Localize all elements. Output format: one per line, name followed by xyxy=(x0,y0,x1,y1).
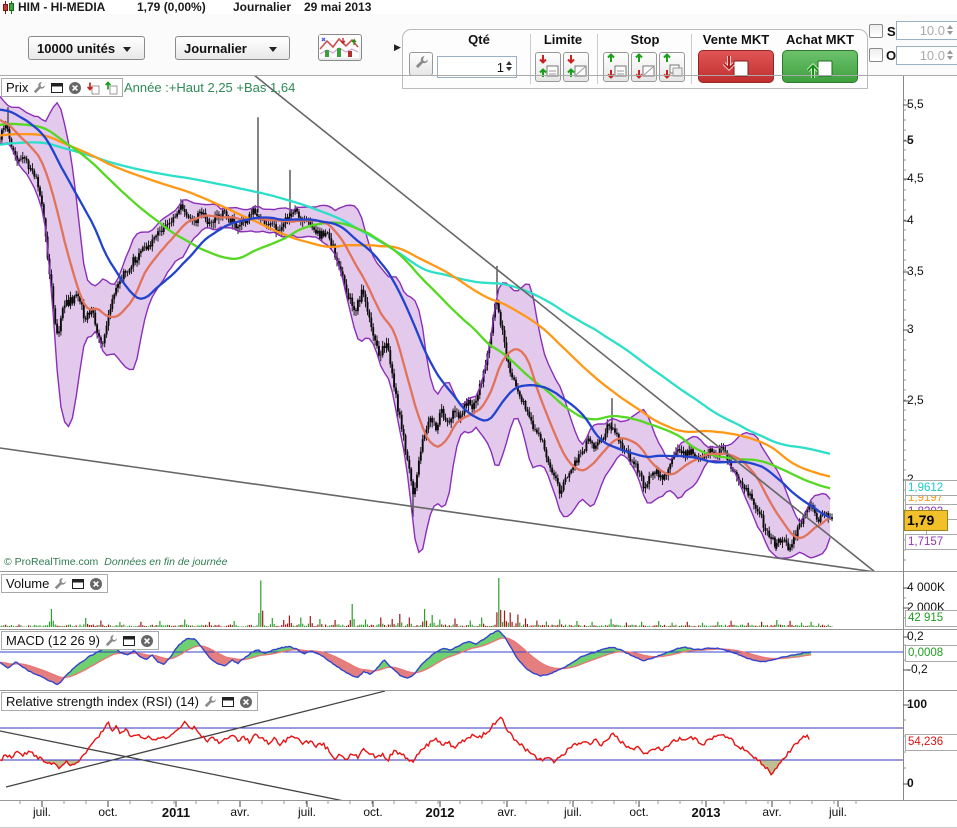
close-icon[interactable] xyxy=(68,81,82,95)
wrench-icon[interactable] xyxy=(104,634,118,648)
sell-page-icon[interactable] xyxy=(86,81,100,95)
window-icon[interactable] xyxy=(122,634,136,648)
wrench-icon[interactable] xyxy=(53,577,67,591)
rsi-panel-header: Relative strength index (RSI) (14) xyxy=(1,692,258,711)
wrench-icon[interactable] xyxy=(203,695,217,709)
window-icon[interactable] xyxy=(221,695,235,709)
close-icon[interactable] xyxy=(89,577,103,591)
price-panel-header: Prix xyxy=(1,78,123,97)
window-icon[interactable] xyxy=(50,81,64,95)
macd-panel-header: MACD (12 26 9) xyxy=(1,631,159,650)
close-icon[interactable] xyxy=(239,695,253,709)
price-panel-title: Prix xyxy=(6,80,28,95)
wrench-icon[interactable] xyxy=(32,81,46,95)
rsi-panel-title: Relative strength index (RSI) (14) xyxy=(6,694,199,709)
prorealtime-window: HIM - HI-MEDIA 1,79 (0,00%) Journalier 2… xyxy=(0,0,957,828)
volume-panel-title: Volume xyxy=(6,576,49,591)
window-icon[interactable] xyxy=(71,577,85,591)
macd-panel-title: MACD (12 26 9) xyxy=(6,633,100,648)
volume-panel-header: Volume xyxy=(1,574,108,593)
buy-page-icon[interactable] xyxy=(104,81,118,95)
close-icon[interactable] xyxy=(140,634,154,648)
